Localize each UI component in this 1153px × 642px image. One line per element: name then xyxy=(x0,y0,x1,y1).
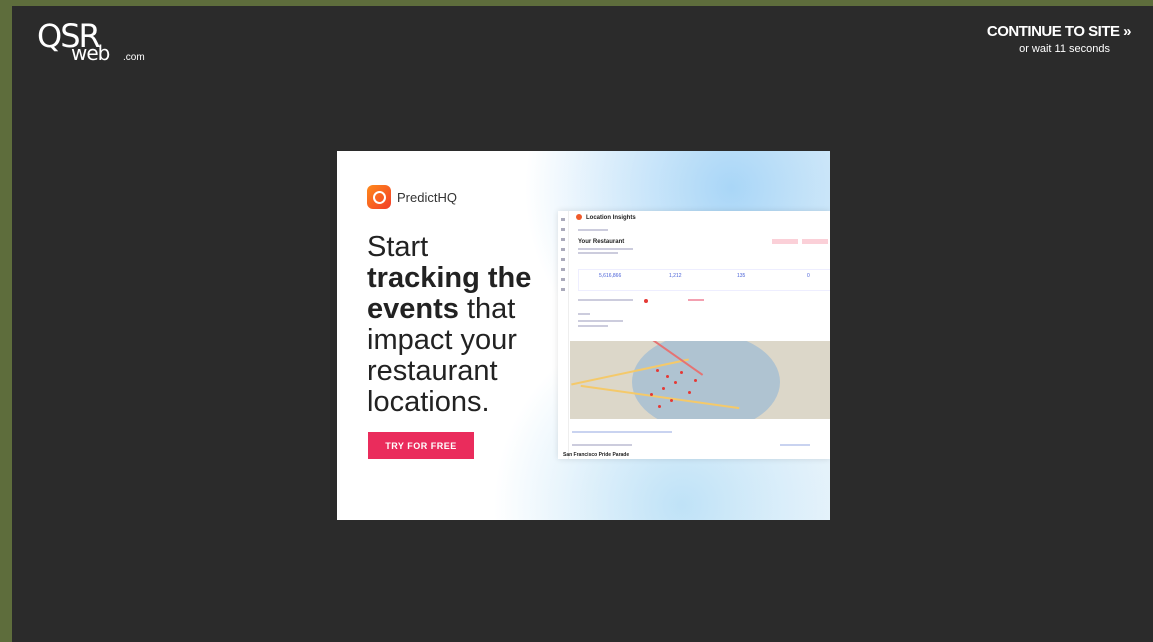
map-pin xyxy=(680,371,683,374)
mock-stats-row: 5,616,866 1,212 135 0 xyxy=(578,269,830,291)
map-pin xyxy=(688,391,691,394)
mock-stat: 1,212 xyxy=(669,273,682,279)
map-pin xyxy=(666,375,669,378)
mock-text-line xyxy=(578,320,623,322)
predicthq-logo-icon xyxy=(367,185,391,209)
map-pin xyxy=(694,379,697,382)
mock-text-line xyxy=(578,313,590,315)
mock-sidebar xyxy=(558,211,569,459)
mock-logo-icon xyxy=(576,214,582,220)
continue-block: CONTINUE TO SITE » or wait 11 seconds xyxy=(987,23,1132,55)
mock-stat: 0 xyxy=(807,273,810,279)
top-frame xyxy=(0,0,1153,6)
mock-text-line xyxy=(578,325,608,327)
map-pin xyxy=(662,387,665,390)
mock-link-row xyxy=(572,431,672,433)
mock-subtitle: Your Restaurant xyxy=(578,239,625,245)
mock-toggle xyxy=(644,299,648,303)
ad-banner[interactable]: PredictHQ Start tracking the events that … xyxy=(337,151,830,520)
mock-text-line xyxy=(578,248,633,250)
logo-com: .com xyxy=(123,52,145,63)
try-for-free-button[interactable]: TRY FOR FREE xyxy=(368,432,474,459)
mock-event-title: San Francisco Pride Parade xyxy=(563,452,630,458)
mock-text-line xyxy=(780,444,810,446)
mock-button xyxy=(772,239,798,244)
brand-name: PredictHQ xyxy=(397,189,457,205)
mock-title: Location Insights xyxy=(586,215,636,221)
mock-text-line xyxy=(688,299,704,301)
mock-map xyxy=(570,341,830,419)
ad-headline: Start tracking the events that impact you… xyxy=(367,232,557,418)
headline-start: Start xyxy=(367,231,429,263)
map-radius xyxy=(632,341,780,419)
map-pin xyxy=(656,369,659,372)
continue-to-site-link[interactable]: CONTINUE TO SITE » xyxy=(987,23,1132,40)
map-pin xyxy=(650,393,653,396)
mock-breadcrumb xyxy=(578,229,608,231)
wait-countdown: or wait 11 seconds xyxy=(1019,43,1110,55)
map-pin xyxy=(670,399,673,402)
product-screenshot: Location Insights Your Restaurant 5,616,… xyxy=(558,211,830,459)
mock-text-line xyxy=(578,299,633,301)
qsrweb-logo[interactable]: QSR web .com xyxy=(37,20,145,63)
mock-text-line xyxy=(578,252,618,254)
brand: PredictHQ xyxy=(367,185,457,209)
left-frame xyxy=(0,0,12,642)
map-pin xyxy=(658,405,661,408)
mock-stat: 135 xyxy=(737,273,746,279)
mock-stat: 5,616,866 xyxy=(599,273,622,279)
mock-text-line xyxy=(572,444,632,446)
logo-web: web xyxy=(71,41,110,65)
map-pin xyxy=(674,381,677,384)
mock-button xyxy=(802,239,828,244)
